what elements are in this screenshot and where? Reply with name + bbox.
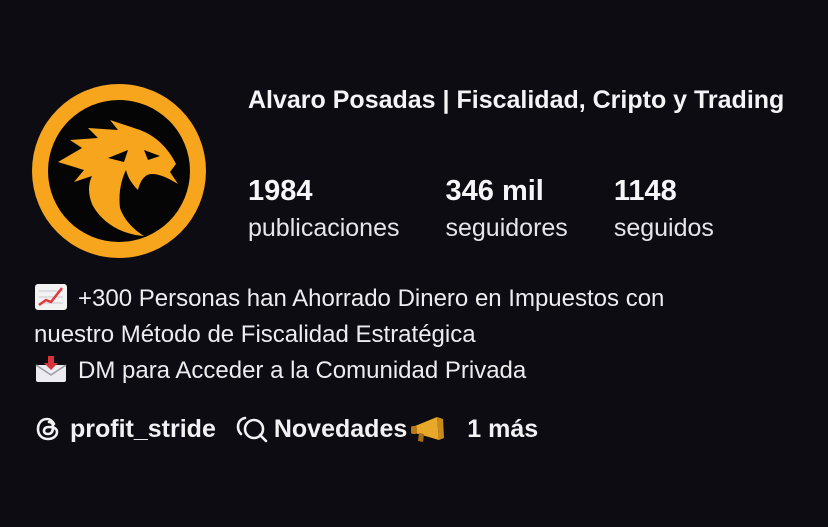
profile-bio: +300 Personas han Ahorrado Dinero en Imp… — [34, 281, 814, 389]
chart-increasing-emoji — [35, 284, 67, 310]
stat-posts[interactable]: 1984 publicaciones — [248, 173, 400, 245]
bio-line-1: +300 Personas han Ahorrado Dinero en Imp… — [34, 281, 814, 317]
posts-label: publicaciones — [248, 214, 400, 242]
following-count: 1148 — [613, 175, 677, 207]
stat-followers[interactable]: 346 mil seguidores — [446, 173, 568, 245]
followers-label: seguidores — [445, 214, 568, 242]
stat-following[interactable]: 1148 seguidos — [614, 173, 714, 245]
envelope-with-arrow-emoji — [35, 356, 67, 382]
megaphone-emoji — [411, 417, 445, 442]
threads-link[interactable]: profit_stride — [34, 415, 216, 444]
novedades-link[interactable]: Novedades — [236, 414, 447, 444]
more-links-button[interactable]: 1 más — [467, 415, 538, 444]
threads-handle: profit_stride — [70, 414, 216, 443]
avatar[interactable] — [32, 84, 206, 258]
profile-name: Alvaro Posadas | Fiscalidad, Cripto y Tr… — [248, 86, 785, 114]
following-label: seguidos — [613, 214, 714, 242]
followers-count: 346 mil — [445, 175, 544, 207]
channel-icon — [236, 416, 268, 443]
bio-text-3: DM para Acceder a la Comunidad Privada — [78, 357, 527, 384]
bio-text-1: +300 Personas han Ahorrado Dinero en Imp… — [78, 285, 665, 312]
novedades-label: Novedades — [273, 414, 408, 443]
profile-header: Alvaro Posadas | Fiscalidad, Cripto y Tr… — [0, 0, 828, 527]
threads-icon — [36, 417, 59, 441]
bio-line-2: nuestro Método de Fiscalidad Estratégica — [34, 321, 476, 348]
bio-line-3: DM para Acceder a la Comunidad Privada — [34, 353, 814, 389]
profile-links: profit_stride Novedades 1 más — [34, 414, 538, 444]
eagle-logo-icon — [48, 100, 190, 242]
posts-count: 1984 — [248, 175, 313, 207]
profile-stats: 1984 publicaciones 346 mil seguidores 11… — [248, 173, 714, 245]
